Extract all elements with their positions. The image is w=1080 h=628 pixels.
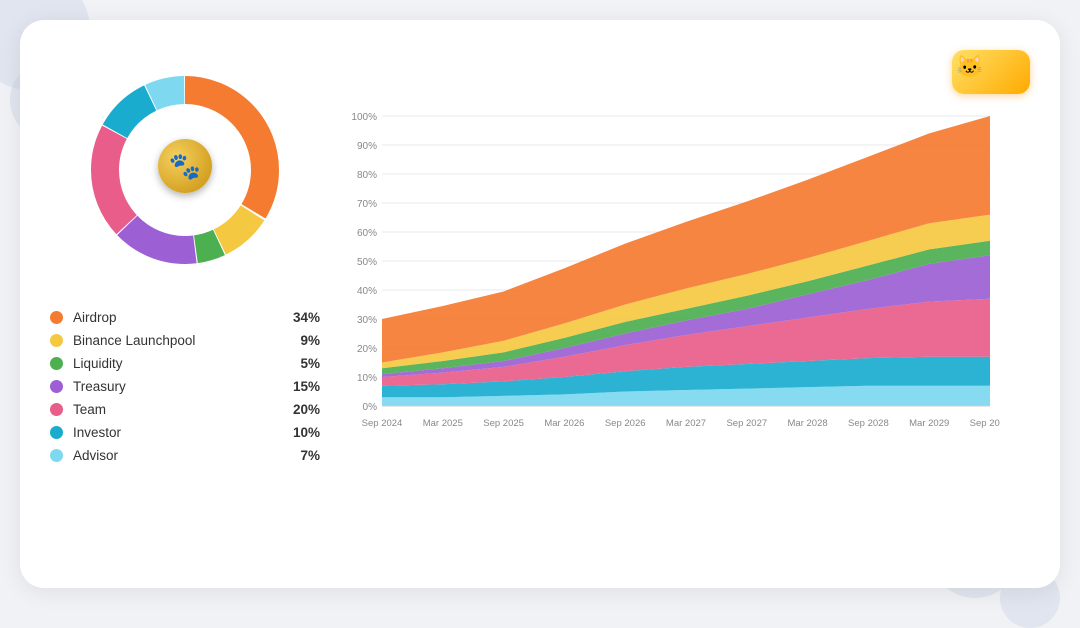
y-label: 30% [357,315,377,326]
x-label: Mar 2028 [788,418,828,429]
y-label: 90% [357,141,377,152]
legend-pct: 15% [284,379,320,394]
brand-logo [952,50,1030,94]
legend-dot [50,426,63,439]
legend-dot [50,311,63,324]
y-label: 100% [351,112,377,123]
left-panel: 🐾 Airdrop 34% Binance Launchpool 9% Liqu… [40,50,330,558]
legend-name: Advisor [73,448,284,463]
x-label: Sep 2028 [848,418,889,429]
y-label: 20% [357,344,377,355]
legend-item-team: Team 20% [50,402,320,417]
legend-item-treasury: Treasury 15% [50,379,320,394]
x-label: Sep 2029 [970,418,1000,429]
legend-pct: 9% [284,333,320,348]
legend-item-investor: Investor 10% [50,425,320,440]
legend-pct: 20% [284,402,320,417]
coin-icon: 🐾 [158,139,212,193]
legend-item-binance-launchpool: Binance Launchpool 9% [50,333,320,348]
legend-pct: 7% [284,448,320,463]
y-label: 40% [357,286,377,297]
legend-dot [50,334,63,347]
legend-name: Liquidity [73,356,284,371]
main-card: 🐾 Airdrop 34% Binance Launchpool 9% Liqu… [20,20,1060,588]
x-label: Sep 2026 [605,418,646,429]
legend-pct: 34% [284,310,320,325]
legend-name: Binance Launchpool [73,333,284,348]
legend-name: Team [73,402,284,417]
area-chart-svg: 0% 10% 20% 30% 40% 50% 60% 70% 80% 90% 100% Sep 202… [340,106,1000,446]
x-label: Mar 2025 [423,418,463,429]
y-label: 60% [357,228,377,239]
x-label: Mar 2027 [666,418,706,429]
x-label: Mar 2029 [909,418,949,429]
right-panel: 0% 10% 20% 30% 40% 50% 60% 70% 80% 90% 100% Sep 202… [330,50,1030,558]
legend-pct: 5% [284,356,320,371]
x-label: Sep 2025 [483,418,524,429]
legend-item-airdrop: Airdrop 34% [50,310,320,325]
y-label: 10% [357,373,377,384]
donut-center: 🐾 [158,139,212,201]
legend-item-advisor: Advisor 7% [50,448,320,463]
chart-header [340,50,1030,94]
y-label: 0% [363,402,378,413]
area-chart-container: 0% 10% 20% 30% 40% 50% 60% 70% 80% 90% 100% Sep 202… [340,106,1030,558]
x-label: Mar 2026 [544,418,584,429]
x-label: Sep 2024 [362,418,403,429]
y-label: 70% [357,199,377,210]
legend-pct: 10% [284,425,320,440]
y-label: 80% [357,170,377,181]
legend-dot [50,449,63,462]
legend-dot [50,403,63,416]
legend-name: Investor [73,425,284,440]
x-label: Sep 2027 [726,418,767,429]
legend-dot [50,357,63,370]
legend-name: Airdrop [73,310,284,325]
legend: Airdrop 34% Binance Launchpool 9% Liquid… [40,310,330,471]
legend-dot [50,380,63,393]
legend-item-liquidity: Liquidity 5% [50,356,320,371]
y-label: 50% [357,257,377,268]
legend-name: Treasury [73,379,284,394]
donut-chart: 🐾 [75,60,295,280]
